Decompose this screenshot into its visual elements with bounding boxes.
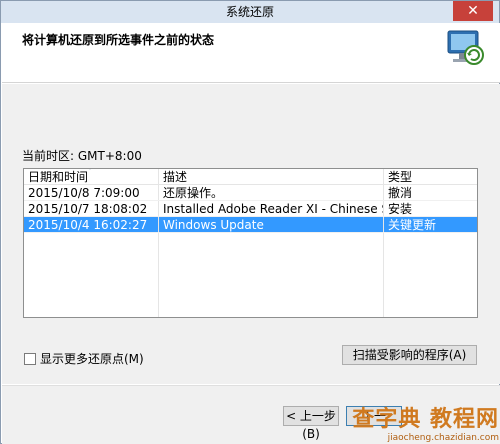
row-date: 2015/10/7 18:08:02 — [24, 201, 159, 216]
show-more-restore-points[interactable]: 显示更多还原点(M) — [24, 350, 144, 367]
row-date: 2015/10/8 7:09:00 — [24, 185, 159, 200]
empty-column — [24, 233, 159, 317]
close-button[interactable]: ✕ — [453, 1, 493, 21]
row-type: 关键更新 — [388, 218, 437, 232]
show-more-label: 显示更多还原点(M) — [40, 352, 144, 366]
system-restore-window: 系统还原 ✕ 将计算机还原到所选事件之前的状态 当前时区: GMT+8:00 日… — [0, 0, 500, 444]
wizard-footer: < 上一步(B) 下一 — [2, 385, 500, 444]
page-heading: 将计算机还原到所选事件之前的状态 — [22, 33, 215, 47]
row-date: 2015/10/4 16:02:27 — [24, 217, 159, 232]
system-restore-icon — [447, 30, 484, 65]
title-bar[interactable]: 系统还原 ✕ — [1, 1, 499, 23]
table-row-selected[interactable]: 2015/10/4 16:02:27 Windows Update 关键更新 — [24, 217, 477, 233]
scan-affected-programs-button[interactable]: 扫描受影响的程序(A) — [342, 345, 477, 365]
next-button[interactable]: 下一 — [346, 406, 402, 426]
column-header-type[interactable]: 类型 — [384, 169, 477, 184]
column-header-description[interactable]: 描述 — [159, 169, 384, 184]
empty-column — [159, 233, 384, 317]
list-header: 日期和时间 描述 类型 ˅ — [24, 169, 477, 185]
sort-arrow-icon: ˅ — [88, 168, 92, 176]
row-description: 还原操作。 — [159, 185, 384, 200]
timezone-label: 当前时区: GMT+8:00 — [22, 149, 142, 163]
empty-column — [384, 233, 477, 317]
row-type: 安装 — [388, 202, 413, 216]
restore-point-list[interactable]: 日期和时间 描述 类型 ˅ 2015/10/8 7:09:00 还原操作。 撤消… — [23, 168, 478, 318]
table-row[interactable]: 2015/10/7 18:08:02 Installed Adobe Reade… — [24, 201, 477, 217]
show-more-checkbox[interactable] — [24, 352, 36, 365]
window-title: 系统还原 — [225, 5, 274, 19]
wizard-header: 将计算机还原到所选事件之前的状态 — [2, 23, 500, 83]
row-type: 撤消 — [388, 186, 413, 200]
row-description: Windows Update — [159, 217, 384, 232]
wizard-body: 当前时区: GMT+8:00 日期和时间 描述 类型 ˅ 2015/10/8 7… — [2, 84, 500, 384]
row-description: Installed Adobe Reader XI - Chinese Simp… — [159, 201, 384, 216]
table-row[interactable]: 2015/10/8 7:09:00 还原操作。 撤消 — [24, 185, 477, 201]
back-button[interactable]: < 上一步(B) — [283, 406, 339, 441]
list-empty-area — [24, 233, 477, 317]
